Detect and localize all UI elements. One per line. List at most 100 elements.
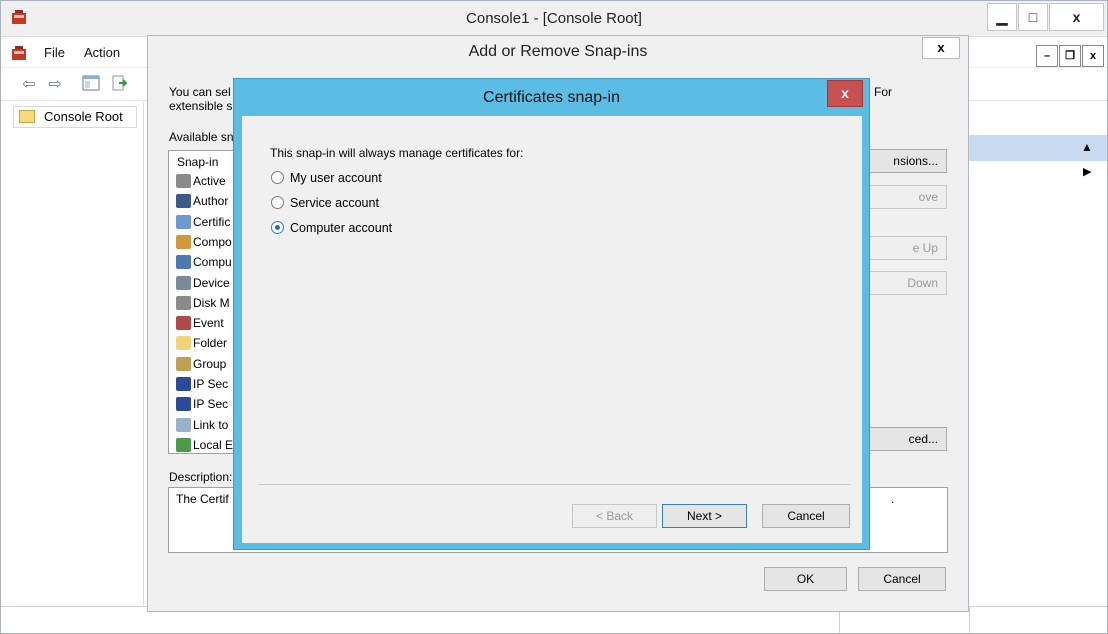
collapse-arrow-icon[interactable]: ▲ — [1081, 140, 1093, 154]
snapin-list-item[interactable]: Folder — [176, 333, 237, 353]
console-title: Console1 - [Console Root] — [466, 10, 642, 27]
snapin-list-item-label: Disk M — [193, 295, 230, 310]
console-system-menu-icon[interactable] — [11, 45, 27, 61]
snapin-list-item[interactable]: Disk M — [176, 293, 237, 313]
status-cell — [969, 607, 1107, 634]
snapin-list-item-label: Active — [193, 174, 226, 188]
snapin-list-item[interactable]: Device — [176, 273, 237, 293]
tree-item-console-root[interactable]: Console Root — [13, 106, 137, 128]
ip-security-icon — [176, 397, 191, 412]
event-viewer-icon — [176, 316, 191, 331]
move-down-button[interactable]: Down — [866, 271, 947, 295]
snapin-list-item-label: Folder — [193, 336, 228, 351]
snapin-list-item-label: Group — [193, 356, 227, 371]
prompt-text: This snap-in will always manage certific… — [270, 146, 524, 160]
dialog-title: Add or Remove Snap-ins — [468, 43, 648, 60]
close-button[interactable]: x — [827, 80, 863, 107]
snapin-list-item[interactable]: IP Sec — [176, 374, 237, 394]
minimize-button[interactable]: ▁ — [987, 3, 1017, 31]
mdi-restore-button[interactable]: ❐ — [1059, 45, 1081, 67]
group-policy-icon — [176, 356, 191, 371]
actions-pane: ▲ ▶ — [969, 102, 1107, 605]
forward-arrow-icon[interactable]: ⇨ — [45, 75, 65, 95]
radio-button-selected[interactable] — [271, 221, 284, 234]
available-snapins-label: Available sn — [169, 130, 234, 144]
back-arrow-icon[interactable]: ⇦ — [19, 75, 39, 95]
dialog-title: Certificates snap-in — [483, 89, 620, 106]
menu-action[interactable]: Action — [84, 38, 120, 68]
cancel-button[interactable]: Cancel — [762, 504, 850, 528]
snapin-list-item-label: Link to — [193, 417, 229, 432]
snapin-list-item[interactable]: Event — [176, 313, 237, 333]
snapin-list-item[interactable]: Link to — [176, 415, 237, 435]
radio-label[interactable]: My user account — [290, 169, 382, 187]
snapins-dialog-titlebar[interactable]: Add or Remove Snap-ins x — [148, 36, 968, 68]
snapin-list-item-label: Event — [193, 316, 224, 331]
cancel-button[interactable]: Cancel — [858, 567, 946, 591]
local-users-icon — [176, 437, 191, 452]
snapin-list-item-label: Local E — [193, 437, 234, 452]
disk-management-icon — [176, 295, 191, 310]
next-button[interactable]: Next > — [662, 504, 747, 528]
more-actions-arrow-icon[interactable]: ▶ — [1083, 165, 1091, 178]
close-button[interactable]: x — [1049, 3, 1104, 31]
mdi-minimize-button[interactable]: – — [1036, 45, 1058, 67]
console-tree-pane: Console Root — [1, 102, 144, 605]
snapin-list-item-label: Certific — [193, 214, 231, 229]
advanced-button[interactable]: ced... — [866, 427, 947, 451]
snapin-list-item[interactable]: Group — [176, 354, 237, 374]
radio-button[interactable] — [271, 171, 284, 184]
authorization-manager-icon — [176, 194, 191, 209]
edit-extensions-button[interactable]: nsions... — [866, 149, 947, 173]
active-directory-icon — [176, 174, 191, 188]
snapin-list-item-label: IP Sec — [193, 377, 229, 391]
cert-dialog-titlebar[interactable]: Certificates snap-in x — [234, 79, 869, 116]
ok-button[interactable]: OK — [764, 567, 847, 591]
export-list-icon[interactable] — [109, 75, 129, 95]
snapin-list-item[interactable]: Local E — [176, 435, 237, 453]
folder-icon — [176, 336, 191, 351]
snapin-list-item[interactable]: Compu — [176, 252, 237, 272]
mdi-caption-buttons: – ❐ x — [1036, 45, 1104, 67]
snapin-list-item-label: Author — [193, 194, 229, 209]
snapin-list-item-label: Device — [193, 275, 230, 290]
certificates-icon — [176, 214, 191, 229]
certificates-snapin-dialog: Certificates snap-in x This snap-in will… — [233, 78, 870, 550]
back-button[interactable]: < Back — [572, 504, 657, 528]
radio-label[interactable]: Computer account — [290, 219, 392, 237]
list-column-header[interactable]: Snap-in — [177, 155, 218, 169]
console-titlebar[interactable]: Console1 - [Console Root] ▁ □ x — [1, 1, 1107, 37]
move-up-button[interactable]: e Up — [866, 236, 947, 260]
snapin-list-item-label: IP Sec — [193, 397, 229, 412]
actions-section-header[interactable]: ▲ — [969, 135, 1107, 161]
mdi-close-button[interactable]: x — [1082, 45, 1104, 67]
computer-management-icon — [176, 255, 191, 270]
cert-dialog-body: This snap-in will always manage certific… — [242, 116, 862, 543]
snapin-list-item[interactable]: Author — [176, 191, 237, 211]
ip-security-icon — [176, 377, 191, 391]
menu-file[interactable]: File — [44, 38, 65, 68]
maximize-button[interactable]: □ — [1018, 3, 1048, 31]
description-text-tail: . — [891, 492, 895, 506]
snapin-list-item-label: Compu — [193, 255, 232, 270]
snapin-list-item[interactable]: Active — [176, 171, 237, 191]
radio-button[interactable] — [271, 196, 284, 209]
snapin-list-item[interactable]: IP Sec — [176, 394, 237, 414]
snapin-list-item-label: Compo — [193, 234, 232, 249]
snapin-list-item[interactable]: Certific — [176, 212, 237, 232]
available-snapins-list[interactable]: Snap-in Active Author Certific Compo Compu De… — [168, 150, 238, 454]
close-button[interactable]: x — [922, 37, 960, 59]
device-manager-icon — [176, 275, 191, 290]
radio-label[interactable]: Service account — [290, 194, 379, 212]
divider — [258, 484, 850, 485]
folder-icon — [19, 110, 35, 123]
description-text: The Certif — [176, 492, 229, 506]
tree-item-label: Console Root — [44, 109, 123, 124]
show-hide-tree-icon[interactable] — [81, 75, 101, 95]
intro-text-tail: For — [874, 85, 892, 99]
link-icon — [176, 417, 191, 432]
remove-button[interactable]: ove — [866, 185, 947, 209]
description-label: Description: — [169, 470, 233, 484]
snapin-list-item[interactable]: Compo — [176, 232, 237, 252]
component-services-icon — [176, 234, 191, 249]
